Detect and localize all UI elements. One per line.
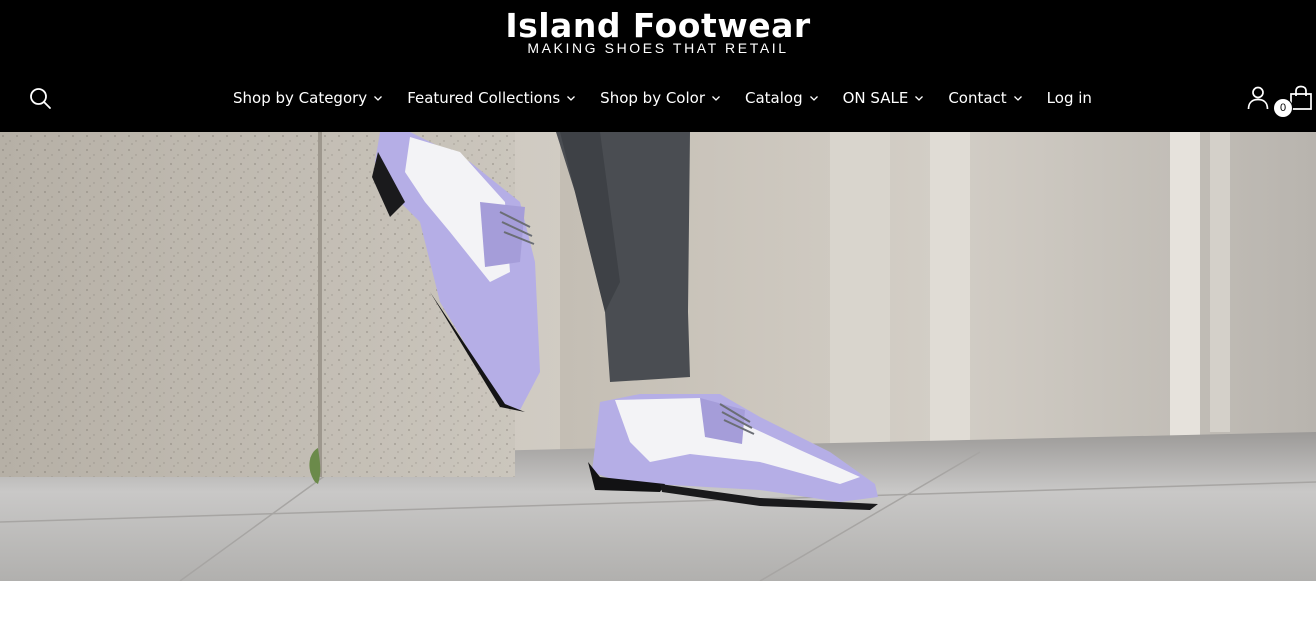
nav-on-sale[interactable]: ON SALE: [843, 89, 925, 107]
nav-featured-collections[interactable]: Featured Collections: [407, 89, 576, 107]
logo-title[interactable]: Island Footwear: [0, 8, 1316, 44]
main-nav: Shop by Category Featured Collections Sh…: [221, 86, 1104, 110]
chevron-down-icon: [1013, 96, 1022, 101]
chevron-down-icon: [809, 96, 818, 101]
nav-label: Catalog: [745, 89, 803, 107]
search-button[interactable]: [28, 86, 52, 110]
hero-image: [0, 132, 1316, 581]
user-icon: [1247, 86, 1269, 110]
nav-label: Log in: [1046, 89, 1092, 107]
nav-contact[interactable]: Contact: [948, 89, 1022, 107]
cart-count-badge[interactable]: 0: [1274, 99, 1292, 117]
nav-label: Shop by Color: [600, 89, 705, 107]
search-icon: [30, 88, 51, 109]
account-button[interactable]: [1246, 85, 1270, 111]
chevron-down-icon: [712, 96, 720, 101]
nav-label: ON SALE: [842, 89, 909, 107]
chevron-down-icon: [567, 96, 576, 101]
chevron-down-icon: [915, 96, 924, 101]
logo[interactable]: Island Footwear MAKING SHOES THAT RETAIL: [0, 8, 1316, 56]
nav-catalog[interactable]: Catalog: [745, 89, 819, 107]
site-header: Island Footwear MAKING SHOES THAT RETAIL…: [0, 0, 1316, 132]
nav-label: Contact: [948, 89, 1007, 107]
chevron-down-icon: [374, 96, 383, 101]
nav-shop-by-category[interactable]: Shop by Category: [233, 89, 383, 107]
logo-tagline: MAKING SHOES THAT RETAIL: [527, 40, 789, 56]
nav-label: Shop by Category: [233, 89, 368, 107]
nav-shop-by-color[interactable]: Shop by Color: [600, 89, 721, 107]
nav-label: Featured Collections: [407, 89, 561, 107]
hero-banner[interactable]: [0, 132, 1316, 581]
nav-log-in[interactable]: Log in: [1047, 89, 1092, 107]
